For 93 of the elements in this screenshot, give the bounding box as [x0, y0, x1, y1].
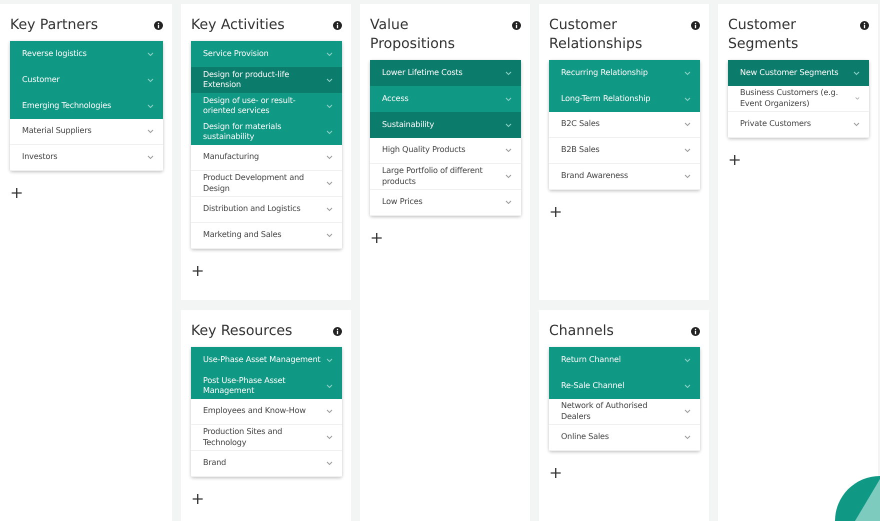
chevron-down-icon[interactable]: [853, 70, 860, 76]
list-item[interactable]: Brand: [191, 451, 342, 477]
chevron-down-icon[interactable]: [505, 200, 512, 205]
info-icon[interactable]: [691, 21, 700, 30]
list-item[interactable]: New Customer Segments: [728, 60, 869, 86]
list-item[interactable]: Private Customers: [728, 112, 869, 138]
chevron-down-icon[interactable]: [147, 129, 154, 134]
info-icon[interactable]: [691, 327, 700, 336]
add-button[interactable]: +: [191, 489, 205, 508]
chevron-down-icon[interactable]: [684, 174, 691, 179]
block-title: Customer Relationships: [549, 16, 644, 54]
list-item[interactable]: Brand Awareness: [549, 164, 700, 190]
chevron-down-icon[interactable]: [505, 122, 512, 128]
chevron-down-icon[interactable]: [684, 384, 691, 388]
list-item[interactable]: Post Use-Phase Asset Management: [191, 373, 342, 399]
list-item[interactable]: Use-Phase Asset Management: [191, 347, 342, 373]
info-icon[interactable]: [512, 21, 521, 30]
list-item[interactable]: Design for materials sustainability: [191, 119, 342, 145]
add-button[interactable]: +: [549, 202, 563, 221]
add-button[interactable]: +: [728, 150, 742, 169]
list-item[interactable]: Recurring Relationship: [549, 60, 700, 86]
chevron-down-icon[interactable]: [326, 207, 333, 212]
chevron-down-icon[interactable]: [684, 122, 691, 127]
chevron-down-icon[interactable]: [326, 409, 333, 414]
list-item[interactable]: Online Sales: [549, 425, 700, 451]
info-icon[interactable]: [154, 21, 163, 30]
list-item[interactable]: Distribution and Logistics: [191, 197, 342, 223]
list-item[interactable]: Low Prices: [370, 190, 521, 216]
list-item[interactable]: Investors: [10, 145, 163, 171]
chevron-down-icon[interactable]: [326, 233, 333, 238]
chevron-down-icon[interactable]: [684, 358, 691, 362]
block-title: Key Activities: [191, 16, 285, 35]
chevron-down-icon[interactable]: [505, 96, 512, 102]
list-item[interactable]: Access: [370, 86, 521, 112]
chevron-down-icon[interactable]: [147, 52, 154, 56]
block-title: Channels: [549, 322, 614, 341]
list-item[interactable]: Production Sites and Technology: [191, 425, 342, 451]
chevron-down-icon[interactable]: [326, 78, 333, 82]
chevron-down-icon[interactable]: [684, 96, 691, 102]
list-item[interactable]: Return Channel: [549, 347, 700, 373]
list-item[interactable]: Long-Term Relationship: [549, 86, 700, 112]
list-item[interactable]: B2B Sales: [549, 138, 700, 164]
chevron-down-icon[interactable]: [326, 130, 333, 134]
list-item[interactable]: Product Development and Design: [191, 171, 342, 197]
info-icon[interactable]: [333, 21, 342, 30]
chevron-down-icon[interactable]: [505, 148, 512, 153]
list-item[interactable]: Design of use- or result-oriented services: [191, 93, 342, 119]
list-item[interactable]: High Quality Products: [370, 138, 521, 164]
list-item[interactable]: Lower Lifetime Costs: [370, 60, 521, 86]
chevron-down-icon[interactable]: [326, 358, 333, 362]
chevron-down-icon[interactable]: [147, 155, 154, 160]
list-item[interactable]: Design for product-life Extension: [191, 67, 342, 93]
list-item[interactable]: Reverse logistics: [10, 41, 163, 67]
info-icon[interactable]: [333, 327, 342, 336]
list-item[interactable]: B2C Sales: [549, 112, 700, 138]
list-item[interactable]: Business Customers (e.g. Event Organizers): [728, 86, 869, 112]
block-title: Key Resources: [191, 322, 292, 341]
add-button[interactable]: +: [191, 261, 205, 280]
list-item[interactable]: Emerging Technologies: [10, 93, 163, 119]
chevron-down-icon[interactable]: [855, 96, 860, 101]
list-item[interactable]: Material Suppliers: [10, 119, 163, 145]
chevron-down-icon[interactable]: [326, 104, 333, 108]
list-item[interactable]: Re-Sale Channel: [549, 373, 700, 399]
add-button[interactable]: +: [10, 183, 24, 202]
list-item[interactable]: Large Portfolio of different products: [370, 164, 521, 190]
chevron-down-icon[interactable]: [326, 155, 333, 160]
chevron-down-icon[interactable]: [684, 435, 691, 440]
chevron-down-icon[interactable]: [684, 148, 691, 153]
add-button[interactable]: +: [370, 228, 384, 247]
chevron-down-icon[interactable]: [147, 78, 154, 82]
chevron-down-icon[interactable]: [684, 70, 691, 76]
list-item[interactable]: Customer: [10, 67, 163, 93]
add-button[interactable]: +: [549, 463, 563, 482]
chevron-down-icon[interactable]: [505, 70, 512, 76]
block-title: Value Propositions: [370, 16, 456, 54]
list-item[interactable]: Network of Authorised Dealers: [549, 399, 700, 425]
list-item[interactable]: Marketing and Sales: [191, 223, 342, 249]
block-title: Customer Segments: [728, 16, 800, 54]
chevron-down-icon[interactable]: [326, 384, 333, 388]
chevron-down-icon[interactable]: [326, 52, 333, 56]
block-title: Key Partners: [10, 16, 98, 35]
chevron-down-icon[interactable]: [326, 461, 333, 466]
chevron-down-icon[interactable]: [505, 174, 512, 179]
chevron-down-icon[interactable]: [853, 122, 860, 127]
chevron-down-icon[interactable]: [684, 409, 691, 414]
chevron-down-icon[interactable]: [326, 181, 333, 186]
list-item[interactable]: Service Provision: [191, 41, 342, 67]
chevron-down-icon[interactable]: [147, 104, 154, 108]
chevron-down-icon[interactable]: [326, 435, 333, 440]
list-item[interactable]: Manufacturing: [191, 145, 342, 171]
list-item[interactable]: Employees and Know-How: [191, 399, 342, 425]
info-icon[interactable]: [860, 21, 869, 30]
list-item[interactable]: Sustainability: [370, 112, 521, 138]
